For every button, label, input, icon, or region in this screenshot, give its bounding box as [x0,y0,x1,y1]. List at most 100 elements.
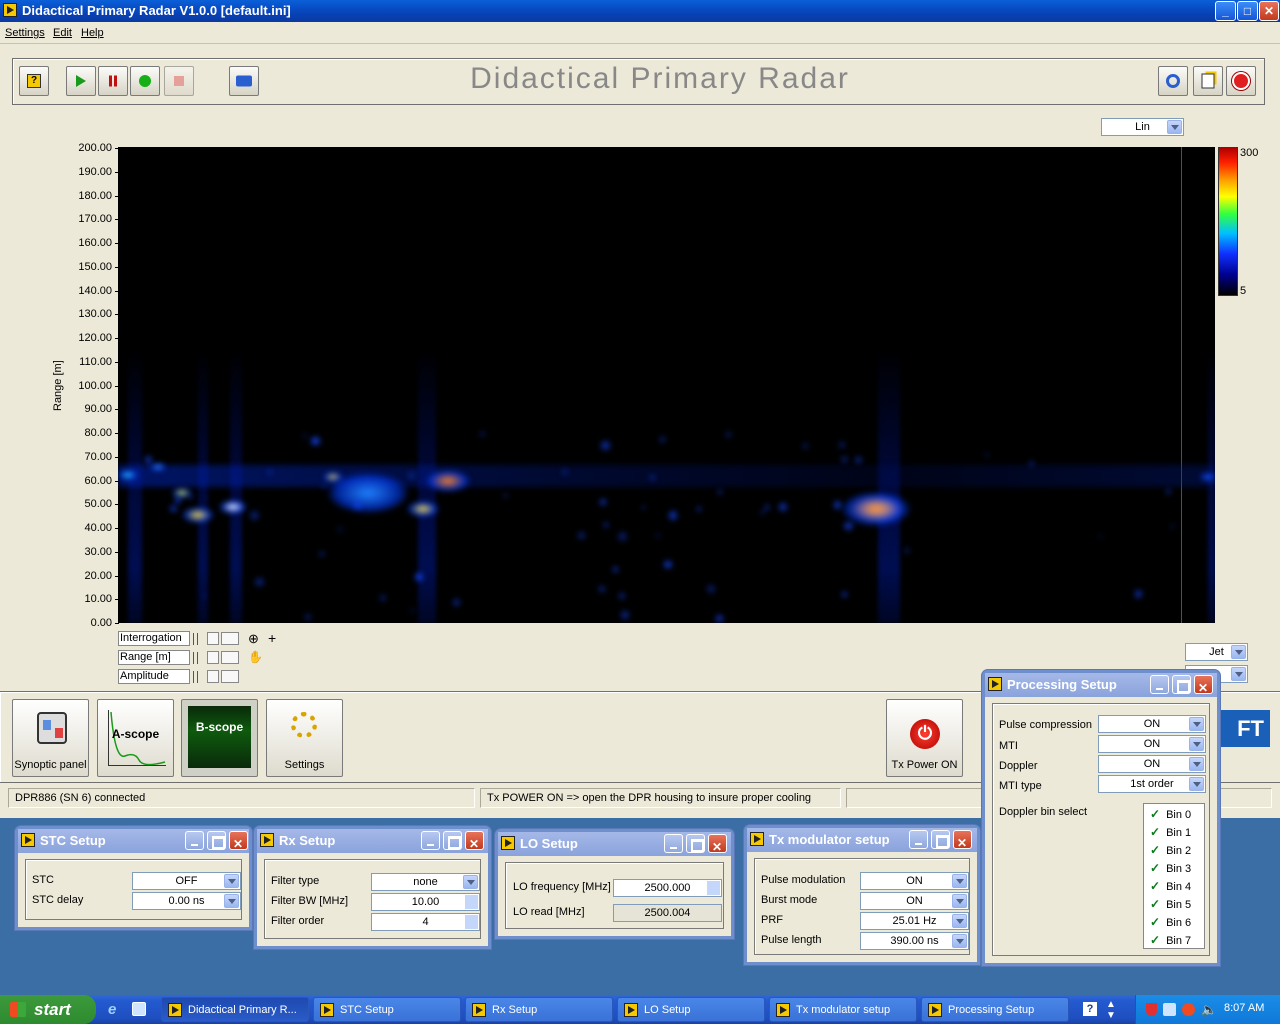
run-button[interactable] [66,66,96,96]
ascope-button[interactable]: A-scope [97,699,174,777]
pause-button[interactable] [98,66,128,96]
bin-checkbox[interactable]: ✓ Bin 4 [1150,879,1191,893]
scale-select[interactable]: Lin [1101,118,1184,136]
menu-help[interactable]: Help [81,27,104,39]
help-button[interactable]: ? [19,66,49,96]
spin-down-icon[interactable] [707,888,720,895]
close-button[interactable] [229,831,248,856]
task-tx[interactable]: Tx modulator setup [769,997,917,1022]
tray-expand-icon[interactable]: ▲ ▼ [1106,999,1116,1021]
help-icon[interactable]: ? [1083,1002,1097,1016]
maximize-button[interactable]: □ [1237,1,1258,21]
x-format-icon[interactable] [221,632,239,645]
mti-select[interactable]: ON [1098,735,1206,753]
colormap-select[interactable]: Jet [1185,643,1248,661]
burst-mode-select[interactable]: ON [860,892,969,910]
security-icon[interactable] [1182,1003,1195,1016]
synoptic-panel-button[interactable]: Synoptic panel [12,699,89,777]
maximize-button[interactable] [686,834,705,853]
minimize-button[interactable]: _ [1215,1,1236,21]
cursor-line[interactable] [1181,147,1182,623]
title-bar[interactable]: Didactical Primary Radar V1.0.0 [default… [0,0,1280,22]
bin-checkbox[interactable]: ✓ Bin 5 [1150,897,1191,911]
task-rx[interactable]: Rx Setup [465,997,613,1022]
minimize-button[interactable] [185,831,204,850]
record-button[interactable] [130,66,160,96]
filter-type-select[interactable]: none [371,873,480,891]
spin-up-icon[interactable] [707,881,720,888]
task-processing[interactable]: Processing Setup [921,997,1069,1022]
task-stc[interactable]: STC Setup [313,997,461,1022]
stop-button[interactable] [164,66,194,96]
crosshair-icon[interactable]: + [268,631,284,646]
task-main[interactable]: Didactical Primary R... [161,997,309,1022]
prf-select[interactable]: 25.01 Hz [860,912,969,930]
minimize-button[interactable] [909,830,928,849]
pulse-compression-select[interactable]: ON [1098,715,1206,733]
bin-checkbox[interactable]: ✓ Bin 0 [1150,807,1191,821]
bscope-button[interactable]: B-scope [181,699,258,777]
maximize-button[interactable] [207,831,226,850]
close-button[interactable] [953,830,972,855]
tx-title-bar[interactable]: Tx modulator setup [747,828,977,855]
bin-checkbox[interactable]: ✓ Bin 1 [1150,825,1191,839]
pan-hand-icon[interactable]: ✋ [248,650,264,665]
pulse-length-select[interactable]: 390.00 ns [860,932,969,950]
bin-checkbox[interactable]: ✓ Bin 7 [1150,933,1191,947]
rx-title-bar[interactable]: Rx Setup [257,829,488,856]
volume-icon[interactable]: 🔈 [1201,1002,1217,1018]
z-format-icon[interactable] [221,670,239,683]
tx-power-button[interactable]: ⏻ Tx Power ON [886,699,963,777]
task-lo[interactable]: LO Setup [617,997,765,1022]
exit-button[interactable] [1226,66,1256,96]
config-button[interactable] [1158,66,1188,96]
close-button[interactable] [1194,675,1213,700]
pulse-modulation-select[interactable]: ON [860,872,969,890]
bin-checkbox[interactable]: ✓ Bin 2 [1150,843,1191,857]
bin-checkbox[interactable]: ✓ Bin 6 [1150,915,1191,929]
bscope-heatmap[interactable] [118,147,1215,623]
start-button[interactable]: start [0,995,96,1024]
mti-type-select[interactable]: 1st order [1098,775,1206,793]
lo-title-bar[interactable]: LO Setup [498,832,731,859]
stc-title-bar[interactable]: STC Setup [18,829,249,856]
maximize-button[interactable] [931,830,950,849]
doppler-select[interactable]: ON [1098,755,1206,773]
ie-icon[interactable]: e [108,1001,116,1018]
maximize-button[interactable] [1172,675,1191,694]
y-scale-lock-icon[interactable] [207,651,219,664]
desktop-icon[interactable] [132,1002,146,1016]
shield-icon[interactable] [1146,1003,1157,1016]
clock[interactable]: 8:07 AM [1224,1002,1264,1014]
minimize-button[interactable] [421,831,440,850]
x-scale-lock-icon[interactable] [207,632,219,645]
minimize-button[interactable] [664,834,683,853]
stc-select[interactable]: OFF [132,872,241,890]
filter-bw-input[interactable]: 10.00 [371,893,480,911]
maximize-button[interactable] [443,831,462,850]
close-button[interactable] [465,831,484,856]
settings-button[interactable]: Settings [266,699,343,777]
spin-up-icon[interactable] [465,915,478,922]
snapshot-button[interactable] [229,66,259,96]
minimize-button[interactable] [1150,675,1169,694]
zoom-icon[interactable]: ⊕ [248,632,264,647]
bin-checkbox[interactable]: ✓ Bin 3 [1150,861,1191,875]
spin-down-icon[interactable] [465,902,478,909]
lo-frequency-input[interactable]: 2500.000 [613,879,722,897]
menu-edit[interactable]: Edit [53,27,72,39]
edit-config-button[interactable] [1193,66,1223,96]
doppler-bin-list[interactable]: ✓ Bin 0 ✓ Bin 1 ✓ Bin 2 ✓ Bin 3 ✓ Bin 4 ✓ Bin … [1143,803,1205,949]
network-icon[interactable] [1163,1003,1176,1016]
proc-title-bar[interactable]: Processing Setup [985,673,1217,700]
menu-settings[interactable]: Settings [5,27,45,39]
close-button[interactable]: ✕ [1259,1,1279,21]
filter-order-input[interactable]: 4 [371,913,480,931]
axis-format-controls[interactable] [193,631,241,684]
spin-down-icon[interactable] [465,922,478,929]
spin-up-icon[interactable] [465,895,478,902]
stc-delay-select[interactable]: 0.00 ns [132,892,241,910]
close-button[interactable] [708,834,727,859]
y-format-icon[interactable] [221,651,239,664]
z-scale-lock-icon[interactable] [207,670,219,683]
